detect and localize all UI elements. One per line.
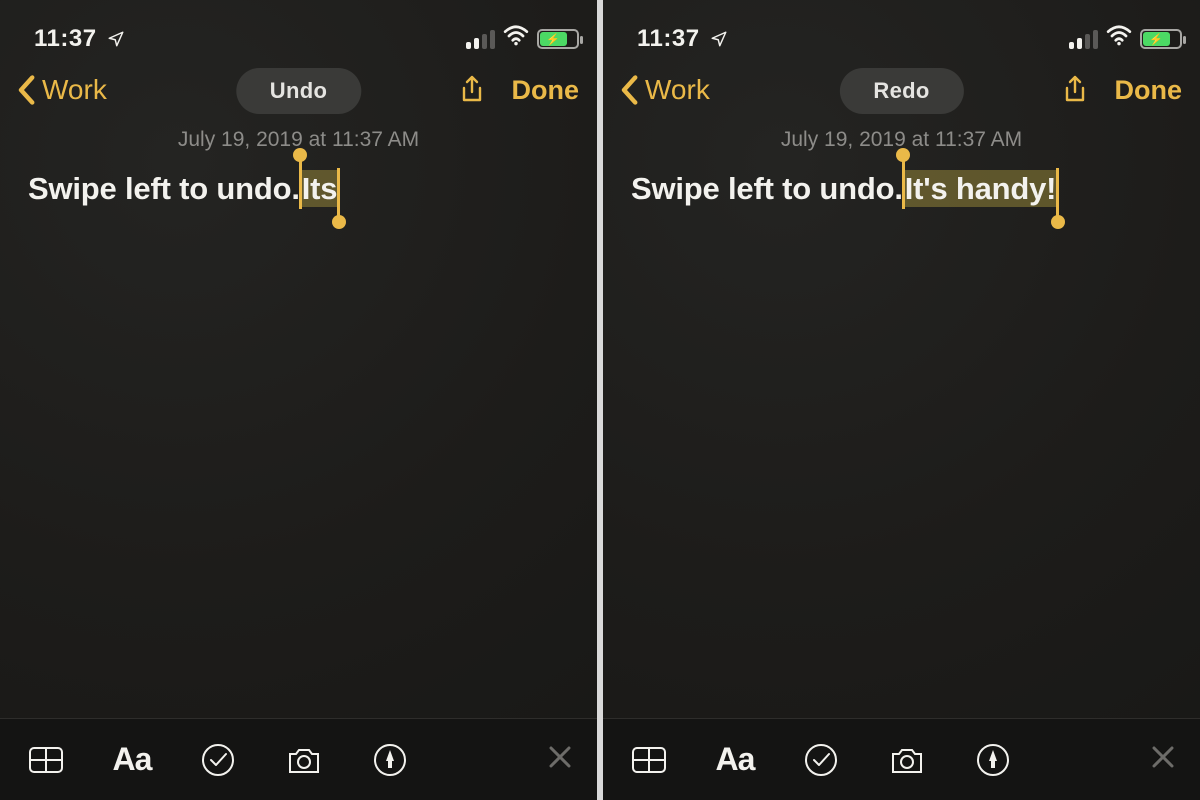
checklist-button[interactable] (194, 736, 242, 784)
text-selection[interactable]: It's handy! (903, 170, 1059, 207)
undo-redo-toast: Undo (236, 68, 361, 114)
note-text[interactable]: Swipe left to undo. Its (28, 170, 569, 207)
battery-charging-icon: ⚡ (537, 29, 579, 49)
text-selection[interactable]: Its (300, 170, 340, 207)
text-style-button[interactable]: Aa (711, 736, 759, 784)
selection-handle-end[interactable] (337, 168, 340, 217)
chevron-left-icon (16, 75, 36, 105)
back-button[interactable]: Work (619, 74, 710, 106)
location-icon (107, 30, 125, 48)
checkmark-circle-icon (801, 740, 841, 780)
close-icon (545, 742, 575, 772)
note-text-selected: It's handy! (905, 171, 1057, 206)
markup-button[interactable] (366, 736, 414, 784)
undo-redo-toast: Redo (839, 68, 963, 114)
keyboard-toolbar: Aa (0, 718, 597, 800)
dismiss-toolbar-button[interactable] (545, 742, 575, 777)
text-style-icon: Aa (113, 741, 152, 778)
wifi-icon (503, 25, 529, 54)
status-time: 11:37 (34, 25, 97, 53)
insert-table-button[interactable] (625, 736, 673, 784)
done-button[interactable]: Done (512, 75, 580, 106)
note-text[interactable]: Swipe left to undo. It's handy! (631, 170, 1172, 207)
status-bar: 11:37 ⚡ (603, 0, 1200, 58)
note-body[interactable]: July 19, 2019 at 11:37 AM Swipe left to … (603, 122, 1200, 718)
back-label: Work (645, 74, 710, 106)
table-icon (629, 740, 669, 780)
checkmark-circle-icon (198, 740, 238, 780)
share-button[interactable] (452, 70, 492, 110)
text-style-button[interactable]: Aa (108, 736, 156, 784)
battery-charging-icon: ⚡ (1140, 29, 1182, 49)
markup-button[interactable] (969, 736, 1017, 784)
screen-left: 11:37 ⚡ Work (0, 0, 597, 800)
done-button[interactable]: Done (1115, 75, 1183, 106)
screen-right: 11:37 ⚡ Work (603, 0, 1200, 800)
selection-handle-start[interactable] (299, 160, 302, 209)
share-icon (1059, 74, 1091, 106)
note-text-pre: Swipe left to undo. (28, 170, 300, 207)
selection-handle-start[interactable] (902, 160, 905, 209)
back-label: Work (42, 74, 107, 106)
note-body[interactable]: July 19, 2019 at 11:37 AM Swipe left to … (0, 122, 597, 718)
table-icon (26, 740, 66, 780)
back-button[interactable]: Work (16, 74, 107, 106)
selection-handle-end[interactable] (1056, 168, 1059, 217)
nav-bar: Work Redo Done (603, 58, 1200, 122)
camera-button[interactable] (883, 736, 931, 784)
close-icon (1148, 742, 1178, 772)
keyboard-toolbar: Aa (603, 718, 1200, 800)
note-text-selected: Its (302, 171, 338, 206)
status-bar: 11:37 ⚡ (0, 0, 597, 58)
cellular-icon (466, 30, 495, 49)
camera-icon (284, 740, 324, 780)
share-icon (456, 74, 488, 106)
dismiss-toolbar-button[interactable] (1148, 742, 1178, 777)
note-text-pre: Swipe left to undo. (631, 170, 903, 207)
camera-icon (887, 740, 927, 780)
chevron-left-icon (619, 75, 639, 105)
wifi-icon (1106, 25, 1132, 54)
share-button[interactable] (1055, 70, 1095, 110)
insert-table-button[interactable] (22, 736, 70, 784)
location-icon (710, 30, 728, 48)
camera-button[interactable] (280, 736, 328, 784)
nav-bar: Work Undo Done (0, 58, 597, 122)
cellular-icon (1069, 30, 1098, 49)
markup-pen-icon (370, 740, 410, 780)
screenshot-pair: 11:37 ⚡ Work (0, 0, 1200, 800)
text-style-icon: Aa (716, 741, 755, 778)
checklist-button[interactable] (797, 736, 845, 784)
status-time: 11:37 (637, 25, 700, 53)
markup-pen-icon (973, 740, 1013, 780)
